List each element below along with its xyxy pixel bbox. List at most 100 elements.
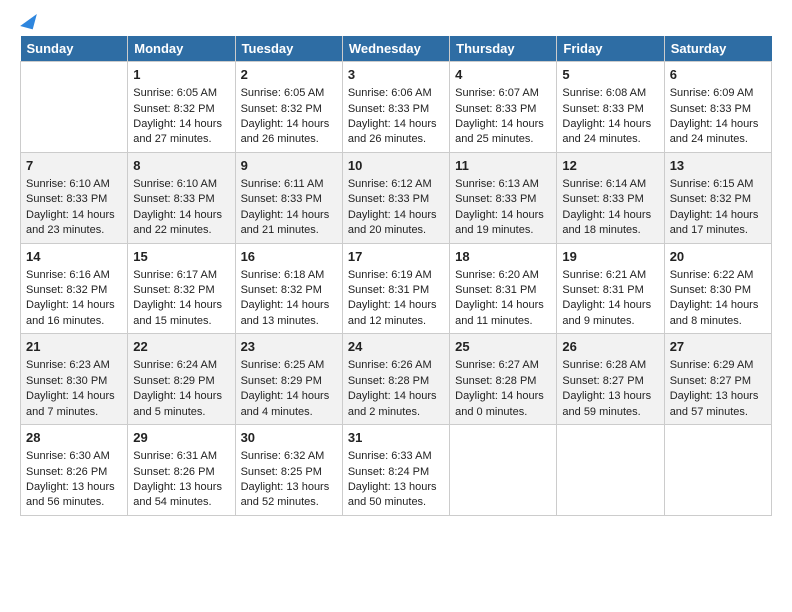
day-number: 23: [241, 338, 337, 356]
daylight-text: Daylight: 14 hours and 7 minutes.: [26, 389, 122, 420]
day-number: 11: [455, 157, 551, 175]
day-number: 28: [26, 429, 122, 447]
daylight-text: Daylight: 14 hours and 26 minutes.: [241, 117, 337, 148]
day-number: 17: [348, 248, 444, 266]
day-number: 8: [133, 157, 229, 175]
weekday-header-cell: Thursday: [450, 36, 557, 62]
calendar-cell: 19Sunrise: 6:21 AMSunset: 8:31 PMDayligh…: [557, 243, 664, 334]
sunrise-text: Sunrise: 6:32 AM: [241, 449, 337, 464]
weekday-header-row: SundayMondayTuesdayWednesdayThursdayFrid…: [21, 36, 772, 62]
day-number: 5: [562, 66, 658, 84]
weekday-header-cell: Sunday: [21, 36, 128, 62]
day-number: 10: [348, 157, 444, 175]
day-number: 30: [241, 429, 337, 447]
weekday-header-cell: Wednesday: [342, 36, 449, 62]
sunrise-text: Sunrise: 6:13 AM: [455, 177, 551, 192]
daylight-text: Daylight: 14 hours and 11 minutes.: [455, 298, 551, 329]
day-number: 13: [670, 157, 766, 175]
calendar-cell: 29Sunrise: 6:31 AMSunset: 8:26 PMDayligh…: [128, 425, 235, 516]
calendar-body: 1Sunrise: 6:05 AMSunset: 8:32 PMDaylight…: [21, 62, 772, 516]
calendar-cell: 3Sunrise: 6:06 AMSunset: 8:33 PMDaylight…: [342, 62, 449, 153]
sunset-text: Sunset: 8:33 PM: [26, 192, 122, 207]
day-number: 26: [562, 338, 658, 356]
calendar-cell: 14Sunrise: 6:16 AMSunset: 8:32 PMDayligh…: [21, 243, 128, 334]
day-number: 14: [26, 248, 122, 266]
calendar-cell: 20Sunrise: 6:22 AMSunset: 8:30 PMDayligh…: [664, 243, 771, 334]
sunrise-text: Sunrise: 6:18 AM: [241, 268, 337, 283]
calendar-cell: 25Sunrise: 6:27 AMSunset: 8:28 PMDayligh…: [450, 334, 557, 425]
sunset-text: Sunset: 8:33 PM: [241, 192, 337, 207]
sunset-text: Sunset: 8:32 PM: [133, 283, 229, 298]
sunrise-text: Sunrise: 6:26 AM: [348, 358, 444, 373]
sunset-text: Sunset: 8:32 PM: [241, 283, 337, 298]
sunrise-text: Sunrise: 6:14 AM: [562, 177, 658, 192]
sunset-text: Sunset: 8:25 PM: [241, 465, 337, 480]
calendar-table: SundayMondayTuesdayWednesdayThursdayFrid…: [20, 36, 772, 516]
daylight-text: Daylight: 13 hours and 52 minutes.: [241, 480, 337, 511]
daylight-text: Daylight: 14 hours and 13 minutes.: [241, 298, 337, 329]
sunset-text: Sunset: 8:33 PM: [133, 192, 229, 207]
day-number: 24: [348, 338, 444, 356]
calendar-cell: 4Sunrise: 6:07 AMSunset: 8:33 PMDaylight…: [450, 62, 557, 153]
sunset-text: Sunset: 8:28 PM: [348, 374, 444, 389]
calendar-cell: 10Sunrise: 6:12 AMSunset: 8:33 PMDayligh…: [342, 152, 449, 243]
daylight-text: Daylight: 14 hours and 27 minutes.: [133, 117, 229, 148]
sunrise-text: Sunrise: 6:23 AM: [26, 358, 122, 373]
weekday-header-cell: Tuesday: [235, 36, 342, 62]
daylight-text: Daylight: 14 hours and 26 minutes.: [348, 117, 444, 148]
sunrise-text: Sunrise: 6:16 AM: [26, 268, 122, 283]
sunrise-text: Sunrise: 6:07 AM: [455, 86, 551, 101]
daylight-text: Daylight: 14 hours and 9 minutes.: [562, 298, 658, 329]
calendar-cell: 18Sunrise: 6:20 AMSunset: 8:31 PMDayligh…: [450, 243, 557, 334]
daylight-text: Daylight: 14 hours and 24 minutes.: [670, 117, 766, 148]
sunrise-text: Sunrise: 6:12 AM: [348, 177, 444, 192]
sunset-text: Sunset: 8:32 PM: [241, 102, 337, 117]
sunrise-text: Sunrise: 6:05 AM: [241, 86, 337, 101]
sunrise-text: Sunrise: 6:31 AM: [133, 449, 229, 464]
calendar-cell: 31 Sunrise: 6:33 AMSunset: 8:24 PMDayligh…: [342, 425, 449, 516]
weekday-header-cell: Monday: [128, 36, 235, 62]
sunset-text: Sunset: 8:29 PM: [241, 374, 337, 389]
sunrise-text: Sunrise: 6:30 AM: [26, 449, 122, 464]
day-number: 20: [670, 248, 766, 266]
daylight-text: Daylight: 14 hours and 2 minutes.: [348, 389, 444, 420]
sunrise-text: Sunrise: 6:15 AM: [670, 177, 766, 192]
day-number: 18: [455, 248, 551, 266]
sunrise-text: Sunrise: 6:27 AM: [455, 358, 551, 373]
daylight-text: Daylight: 13 hours and 50 minutes.: [348, 480, 444, 511]
calendar-cell: [557, 425, 664, 516]
daylight-text: Daylight: 14 hours and 23 minutes.: [26, 208, 122, 239]
sunrise-text: Sunrise: 6:28 AM: [562, 358, 658, 373]
sunrise-text: Sunrise: 6:10 AM: [133, 177, 229, 192]
calendar-cell: 12Sunrise: 6:14 AMSunset: 8:33 PMDayligh…: [557, 152, 664, 243]
day-number: 25: [455, 338, 551, 356]
sunset-text: Sunset: 8:32 PM: [133, 102, 229, 117]
calendar-cell: 22Sunrise: 6:24 AMSunset: 8:29 PMDayligh…: [128, 334, 235, 425]
sunrise-text: Sunrise: 6:06 AM: [348, 86, 444, 101]
sunrise-text: Sunrise: 6:33 AM: [348, 449, 444, 464]
daylight-text: Daylight: 14 hours and 8 minutes.: [670, 298, 766, 329]
day-number: 3: [348, 66, 444, 84]
calendar-cell: 13Sunrise: 6:15 AMSunset: 8:32 PMDayligh…: [664, 152, 771, 243]
day-number: 29: [133, 429, 229, 447]
sunrise-text: Sunrise: 6:05 AM: [133, 86, 229, 101]
sunset-text: Sunset: 8:26 PM: [26, 465, 122, 480]
calendar-cell: 15Sunrise: 6:17 AMSunset: 8:32 PMDayligh…: [128, 243, 235, 334]
sunset-text: Sunset: 8:29 PM: [133, 374, 229, 389]
sunset-text: Sunset: 8:33 PM: [562, 192, 658, 207]
calendar-cell: 21Sunrise: 6:23 AMSunset: 8:30 PMDayligh…: [21, 334, 128, 425]
day-number: 4: [455, 66, 551, 84]
sunrise-text: Sunrise: 6:08 AM: [562, 86, 658, 101]
day-number: 7: [26, 157, 122, 175]
calendar-cell: 7Sunrise: 6:10 AMSunset: 8:33 PMDaylight…: [21, 152, 128, 243]
calendar-cell: 28Sunrise: 6:30 AMSunset: 8:26 PMDayligh…: [21, 425, 128, 516]
calendar-cell: 2Sunrise: 6:05 AMSunset: 8:32 PMDaylight…: [235, 62, 342, 153]
sunset-text: Sunset: 8:24 PM: [348, 465, 444, 480]
calendar-cell: 27Sunrise: 6:29 AMSunset: 8:27 PMDayligh…: [664, 334, 771, 425]
sunset-text: Sunset: 8:33 PM: [455, 192, 551, 207]
calendar-cell: 30 Sunrise: 6:32 AMSunset: 8:25 PMDayligh…: [235, 425, 342, 516]
day-number: 31: [348, 429, 444, 447]
calendar-cell: [450, 425, 557, 516]
day-number: 1: [133, 66, 229, 84]
calendar-cell: 6Sunrise: 6:09 AMSunset: 8:33 PMDaylight…: [664, 62, 771, 153]
